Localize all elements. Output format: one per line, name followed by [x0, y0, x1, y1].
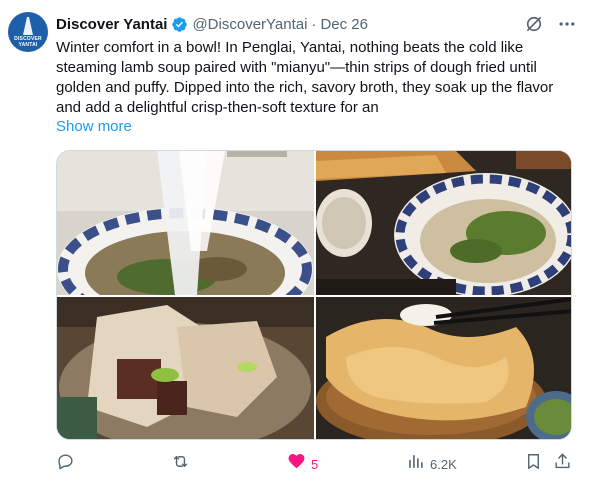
avatar[interactable]: DISCOVER YANTAI [8, 12, 48, 52]
views-count: 6.2K [430, 456, 457, 472]
lighthouse-icon [23, 17, 33, 35]
views-button[interactable]: 6.2K [406, 452, 457, 476]
grok-icon[interactable] [524, 14, 544, 34]
repost-icon [171, 452, 190, 476]
author-handle[interactable]: @DiscoverYantai [192, 16, 307, 33]
lamb-soup-closeup-photo [57, 297, 314, 439]
show-more-link[interactable]: Show more [56, 118, 132, 135]
media-photo-3[interactable] [57, 297, 314, 439]
fried-dough-mianyu-basket-photo [316, 297, 571, 439]
repost-button[interactable] [171, 452, 195, 476]
lamb-soup-and-fried-dough-photo [316, 151, 571, 295]
share-icon [553, 452, 572, 476]
verified-badge-icon [171, 16, 188, 33]
post-date[interactable]: Dec 26 [320, 16, 368, 33]
noodles-pulled-over-bowl-photo [57, 151, 314, 295]
author-display-name[interactable]: Discover Yantai [56, 16, 167, 33]
media-photo-2[interactable] [316, 151, 571, 295]
reply-button[interactable] [56, 452, 80, 476]
bookmark-icon [524, 452, 543, 476]
like-button[interactable]: 5 [287, 452, 318, 476]
tweet-text: Winter comfort in a bowl! In Penglai, Ya… [56, 39, 554, 116]
heart-filled-icon [287, 452, 306, 476]
separator-dot: · [311, 15, 317, 33]
bookmark-button[interactable] [524, 452, 543, 476]
media-grid [56, 150, 572, 440]
tweet-actions: 5 6.2K [56, 452, 576, 476]
views-bar-chart-icon [406, 452, 425, 476]
share-button[interactable] [553, 452, 572, 476]
reply-icon [56, 452, 75, 476]
like-count: 5 [311, 456, 319, 472]
media-photo-4[interactable] [316, 297, 571, 439]
tweet-header: Discover Yantai @DiscoverYantai · Dec 26 [56, 13, 368, 35]
tweet: DISCOVER YANTAI Discover Yantai @Discover… [0, 0, 607, 495]
media-photo-1[interactable] [57, 151, 314, 295]
avatar-logo-text: DISCOVER YANTAI [14, 36, 42, 48]
more-options-icon[interactable] [556, 14, 578, 34]
